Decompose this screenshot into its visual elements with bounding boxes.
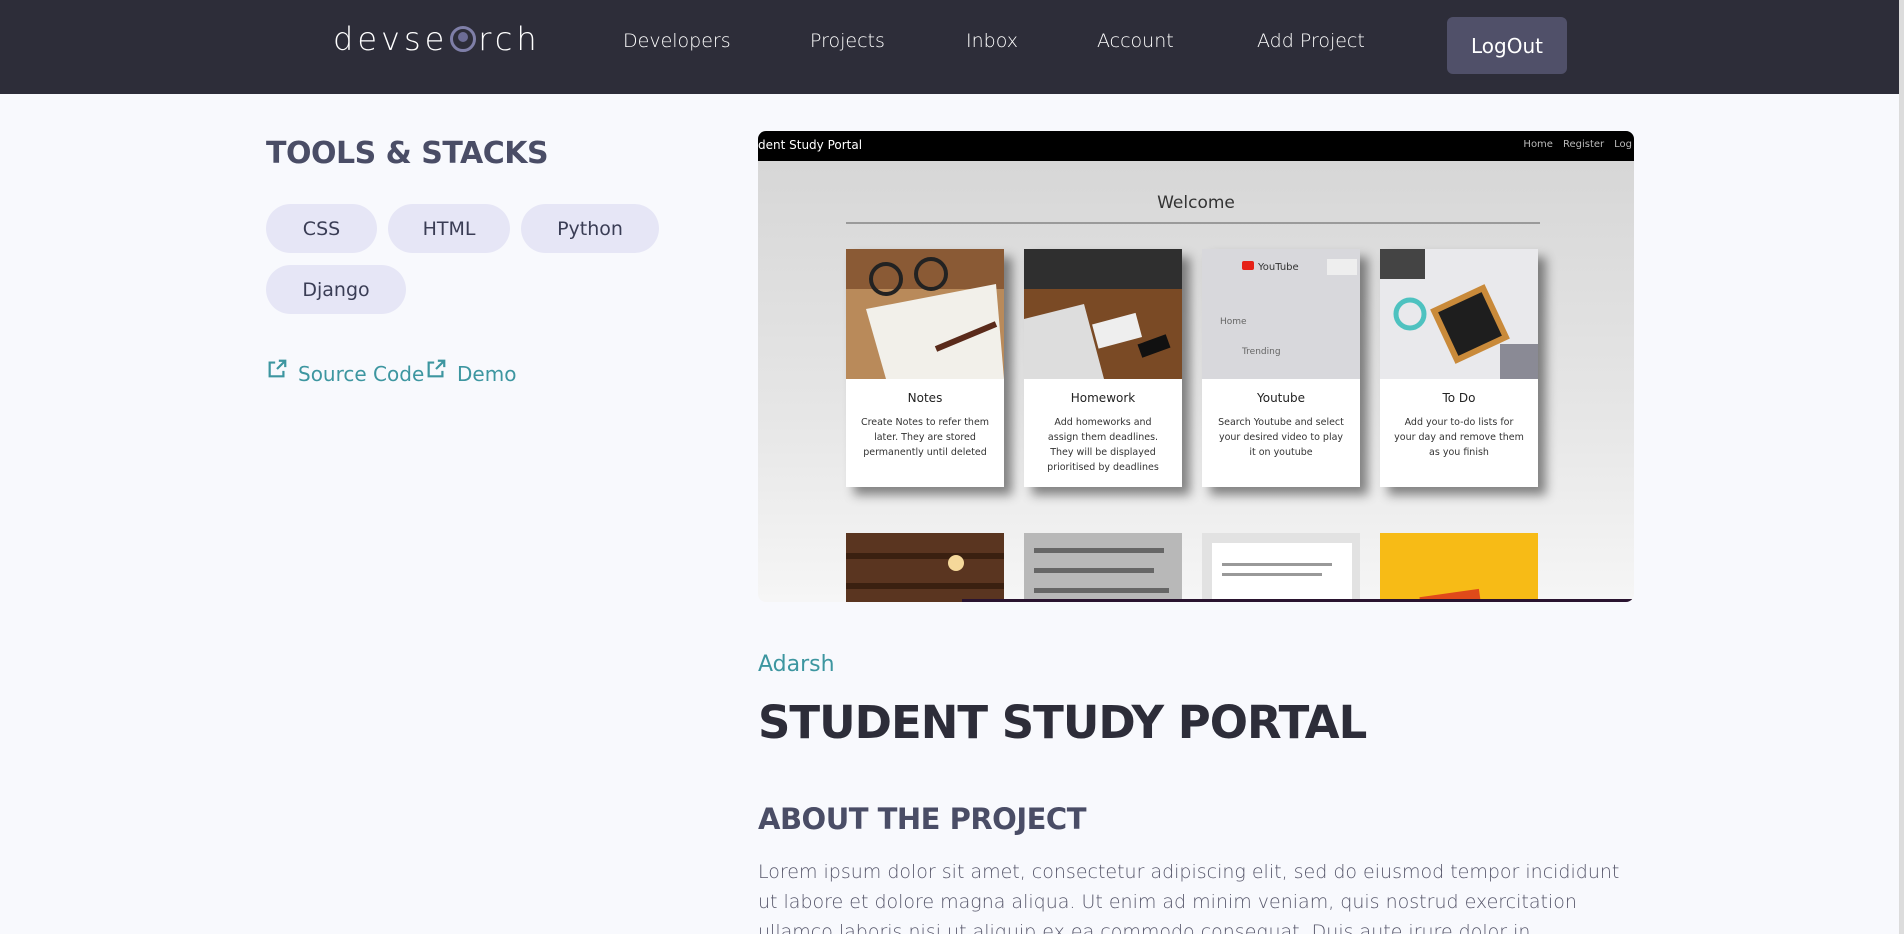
nav-inbox[interactable]: Inbox (966, 30, 1018, 52)
todo-photo (1380, 249, 1538, 379)
source-code-link[interactable]: Source Code (266, 359, 425, 386)
svg-text:YouTube: YouTube (1257, 262, 1299, 273)
demo-label: Demo (457, 362, 517, 386)
scrollbar[interactable] (1899, 0, 1904, 934)
about-heading: ABOUT THE PROJECT (758, 802, 1087, 836)
card-description: Create Notes to refer them later. They a… (860, 417, 990, 458)
source-code-label: Source Code (298, 362, 425, 386)
nav-add-project[interactable]: Add Project (1257, 30, 1365, 52)
homework-photo (1024, 249, 1182, 379)
notes-photo (846, 249, 1004, 379)
newspaper-photo (1024, 533, 1182, 602)
youtube-photo: YouTube Home Trending (1202, 249, 1360, 379)
svg-text:Trending: Trending (1241, 347, 1281, 357)
search-lens-icon (450, 26, 477, 52)
thumbnail-card-notes: Notes Create Notes to refer them later. … (846, 249, 1004, 487)
yellow-photo (1380, 533, 1538, 602)
project-thumbnail: dent Study Portal Home Register Log Welc… (758, 131, 1634, 602)
nav-account[interactable]: Account (1097, 30, 1174, 52)
card-title: Homework (1070, 391, 1136, 405)
project-title: STUDENT STUDY PORTAL (758, 696, 1367, 749)
tag-css: CSS (266, 204, 377, 253)
thumbnail-brand: dent Study Portal (758, 138, 863, 152)
thumbnail-edge (962, 599, 1634, 602)
demo-link[interactable]: Demo (425, 359, 517, 386)
card-description: Add homeworks and assign them deadlines.… (1047, 417, 1159, 473)
thumbnail-nav-home: Home (1523, 139, 1553, 150)
thumbnail-navbar: dent Study Portal Home Register Log (758, 131, 1634, 161)
tag-python: Python (521, 204, 659, 253)
thumbnail-welcome: Welcome (1157, 193, 1235, 213)
tools-stacks-heading: TOOLS & STACKS (266, 136, 549, 171)
devsearch-logo[interactable]: devse rch (333, 20, 541, 58)
external-link-icon (427, 359, 446, 378)
project-owner[interactable]: Adarsh (758, 652, 835, 677)
bookshelf-photo (846, 533, 1004, 602)
logout-button[interactable]: LogOut (1447, 17, 1567, 74)
svg-text:Home: Home (1220, 317, 1247, 327)
top-navbar: devse rch Developers Projects Inbox Acco… (0, 0, 1904, 94)
logo-text-end: rch (478, 20, 541, 58)
thumbnail-card-youtube: YouTube Home Trending Youtube Search You… (1202, 249, 1360, 487)
card-title: Notes (907, 391, 943, 405)
card-description: Add your to-do lists for your day and re… (1394, 417, 1524, 458)
card-title: To Do (1442, 391, 1476, 405)
nav-projects[interactable]: Projects (810, 30, 885, 52)
thumbnail-card-homework: Homework Add homeworks and assign them d… (1024, 249, 1182, 487)
webpage-photo (1202, 533, 1360, 602)
card-title: Youtube (1257, 391, 1305, 405)
thumbnail-nav-register: Register (1562, 139, 1605, 150)
thumbnail-nav-links: Home Register Log (1523, 139, 1632, 150)
card-description: Search Youtube and select your desired v… (1218, 417, 1344, 458)
nav-developers[interactable]: Developers (623, 30, 731, 52)
about-text: Lorem ipsum dolor sit amet, consectetur … (758, 861, 1620, 934)
tag-django: Django (266, 265, 406, 314)
thumbnail-nav-login: Log (1614, 139, 1632, 150)
tag-html: HTML (388, 204, 510, 253)
logo-text-start: devse (333, 20, 449, 58)
thumbnail-divider (846, 222, 1540, 224)
thumbnail-card-todo: To Do Add your to-do lists for your day … (1380, 249, 1538, 487)
external-link-icon (268, 359, 287, 378)
